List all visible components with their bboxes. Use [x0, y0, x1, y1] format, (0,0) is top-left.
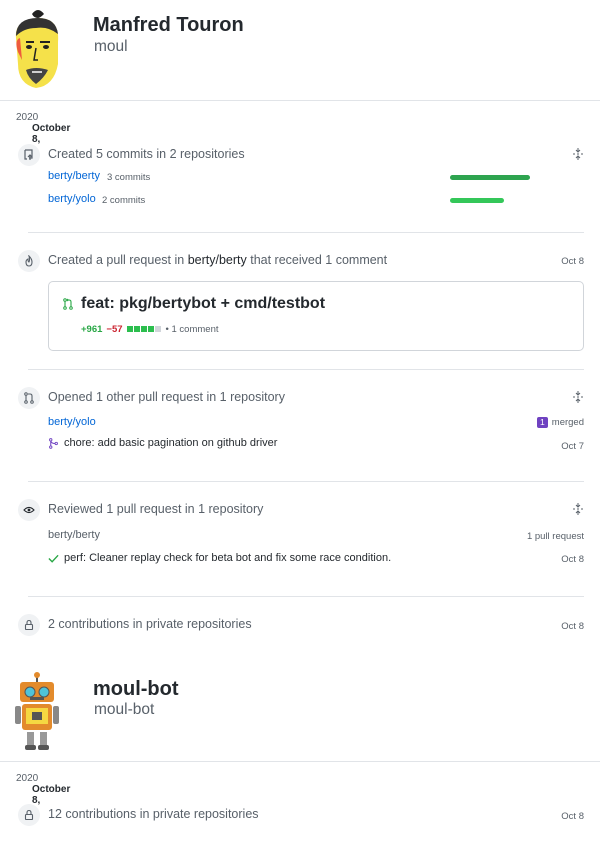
commit-repo-row: berty/berty 3 commits [48, 170, 584, 186]
merged-count: 1 [537, 417, 548, 428]
date-header: October 8, 2020 [0, 100, 600, 145]
divider [28, 369, 584, 370]
merged-label: merged [551, 417, 584, 428]
reviewed-count: 1 pull request [526, 531, 584, 542]
private-contrib-date: Oct 8 [561, 811, 584, 822]
flame-icon [18, 250, 40, 272]
date-label: October 8, [32, 784, 71, 806]
commit-count[interactable]: 3 commits [107, 172, 150, 183]
commit-count[interactable]: 2 commits [102, 195, 145, 206]
pr-created-suffix: that received 1 comment [250, 253, 388, 267]
diffstat-boxes [126, 324, 162, 335]
merged-badge: 1 merged [537, 417, 584, 428]
pr-created-repo-link[interactable]: berty/berty [188, 253, 247, 267]
user-fullname[interactable]: Manfred Touron [93, 14, 244, 37]
collapse-icon[interactable] [572, 391, 584, 403]
eye-icon [18, 499, 40, 521]
commit-repo-link[interactable]: berty/yolo [48, 193, 96, 205]
commit-repo-row: berty/yolo 2 commits [48, 193, 584, 209]
pr-diff-stats: +961 −57 • 1 comment [81, 324, 219, 335]
pr-title-link[interactable]: feat: pkg/bertybot + cmd/testbot [81, 295, 325, 313]
user-login[interactable]: moul [94, 38, 128, 56]
pr-created-prefix: Created a pull request in [48, 253, 185, 267]
private-contrib-date: Oct 8 [561, 621, 584, 632]
pr-card[interactable]: feat: pkg/bertybot + cmd/testbot +961 −5… [48, 281, 584, 351]
pr-comment-count[interactable]: • 1 comment [166, 324, 219, 335]
pr-opened-date: Oct 7 [561, 441, 584, 452]
divider [28, 232, 584, 233]
collapse-icon[interactable] [572, 148, 584, 160]
pr-opened-repo-link[interactable]: berty/yolo [48, 416, 96, 428]
reviewed-pr-link[interactable]: perf: Cleaner replay check for beta bot … [64, 552, 391, 564]
pr-opened-link[interactable]: chore: add basic pagination on github dr… [64, 437, 277, 449]
user-avatar-moul-bot[interactable] [12, 672, 62, 752]
collapse-icon[interactable] [572, 503, 584, 515]
profile-header-moul: Manfred Touron moul [0, 0, 600, 100]
repo-push-icon [18, 144, 40, 166]
check-icon [48, 554, 59, 563]
private-contrib-title: 12 contributions in private repositories [48, 807, 259, 821]
user-login[interactable]: moul-bot [94, 701, 154, 719]
lock-icon [18, 614, 40, 636]
pull-request-icon [18, 387, 40, 409]
lock-icon [18, 804, 40, 826]
reviewed-title: Reviewed 1 pull request in 1 repository [48, 502, 264, 516]
pr-additions: +961 [81, 324, 103, 335]
pr-opened-item: chore: add basic pagination on github dr… [48, 437, 277, 449]
user-fullname[interactable]: moul-bot [93, 678, 179, 701]
pr-created-date: Oct 8 [561, 256, 584, 267]
user-avatar-moul[interactable] [10, 8, 66, 92]
divider [28, 481, 584, 482]
date-year: 2020 [16, 112, 39, 123]
commits-summary-title: Created 5 commits in 2 repositories [48, 147, 245, 161]
private-contrib-title: 2 contributions in private repositories [48, 617, 252, 631]
divider [28, 596, 584, 597]
pr-created-title: Created a pull request in berty/berty th… [48, 253, 387, 267]
reviewed-item: perf: Cleaner replay check for beta bot … [48, 552, 391, 564]
date-year: 2020 [16, 773, 39, 784]
date-label: October 8, [32, 123, 71, 145]
reviewed-date: Oct 8 [561, 554, 584, 565]
pr-opened-title: Opened 1 other pull request in 1 reposit… [48, 390, 285, 404]
pr-deletions: −57 [106, 324, 123, 335]
commit-repo-link[interactable]: berty/berty [48, 170, 100, 182]
commit-progress-bar [450, 175, 530, 180]
commit-progress-bar [450, 198, 504, 203]
profile-header-moul-bot: moul-bot moul-bot [0, 668, 600, 768]
date-header: October 8, 2020 [0, 761, 600, 806]
git-merge-icon [49, 437, 58, 449]
pull-request-icon [63, 298, 73, 310]
reviewed-repo-link[interactable]: berty/berty [48, 529, 100, 541]
